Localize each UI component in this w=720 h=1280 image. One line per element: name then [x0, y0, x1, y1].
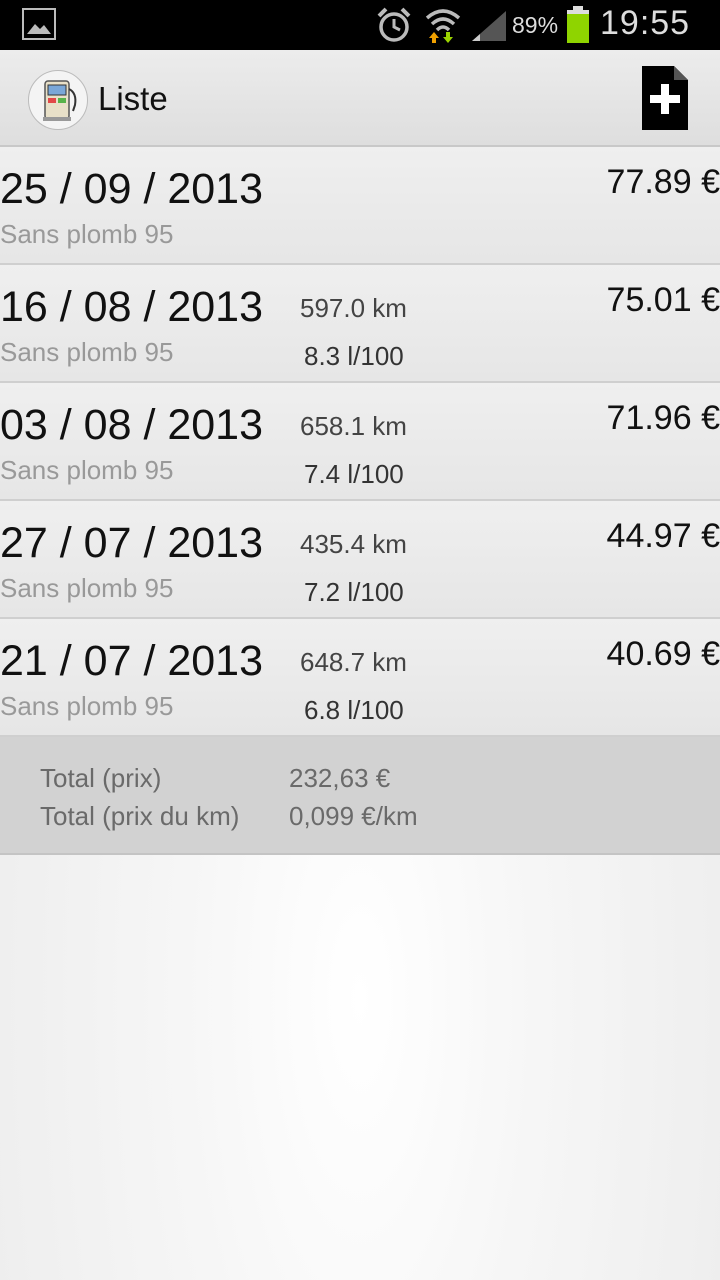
entry-price: 75.01 €: [606, 281, 720, 319]
refuel-list: 25 / 09 / 2013 Sans plomb 95 77.89 € 16 …: [0, 147, 720, 737]
list-item[interactable]: 21 / 07 / 2013 Sans plomb 95 648.7 km 6.…: [0, 619, 720, 737]
entry-distance: 597.0 km: [300, 293, 407, 323]
add-entry-button[interactable]: [634, 64, 694, 132]
add-document-icon: [642, 66, 688, 130]
battery-percent: 89%: [512, 12, 559, 38]
entry-consumption: 7.4 l/100: [304, 459, 404, 489]
alarm-icon: [376, 6, 412, 49]
total-price-value: 232,63 €: [289, 763, 391, 793]
total-price-label: Total (prix): [40, 763, 162, 793]
app-logo-icon[interactable]: [28, 70, 88, 130]
totals-panel: Total (prix) 232,63 € Total (prix du km)…: [0, 737, 720, 855]
entry-distance: 658.1 km: [300, 411, 407, 441]
entry-distance: 648.7 km: [300, 647, 407, 677]
gallery-icon: [22, 8, 56, 40]
entry-date: 16 / 08 / 2013: [0, 283, 263, 331]
wifi-icon: [424, 6, 462, 49]
entry-date: 27 / 07 / 2013: [0, 519, 263, 567]
entry-price: 77.89 €: [606, 163, 720, 201]
signal-icon: [470, 10, 508, 47]
entry-price: 44.97 €: [606, 517, 720, 555]
clock: 19:55: [600, 4, 691, 42]
entry-consumption: 6.8 l/100: [304, 695, 404, 725]
entry-date: 21 / 07 / 2013: [0, 637, 263, 685]
list-item[interactable]: 03 / 08 / 2013 Sans plomb 95 658.1 km 7.…: [0, 383, 720, 501]
entry-consumption: 8.3 l/100: [304, 341, 404, 371]
action-bar: Liste: [0, 50, 720, 147]
entry-distance: 435.4 km: [300, 529, 407, 559]
list-item[interactable]: 25 / 09 / 2013 Sans plomb 95 77.89 €: [0, 147, 720, 265]
list-item[interactable]: 27 / 07 / 2013 Sans plomb 95 435.4 km 7.…: [0, 501, 720, 619]
entry-fuel-type: Sans plomb 95: [0, 573, 174, 603]
total-per-km-label: Total (prix du km): [40, 801, 240, 831]
entry-price: 71.96 €: [606, 399, 720, 437]
list-item[interactable]: 16 / 08 / 2013 Sans plomb 95 597.0 km 8.…: [0, 265, 720, 383]
entry-price: 40.69 €: [606, 635, 720, 673]
entry-date: 03 / 08 / 2013: [0, 401, 263, 449]
status-bar: 89% 19:55: [0, 0, 720, 50]
battery-icon: [566, 6, 590, 49]
entry-fuel-type: Sans plomb 95: [0, 219, 174, 249]
total-per-km-value: 0,099 €/km: [289, 801, 418, 831]
page-title: Liste: [98, 80, 168, 117]
entry-consumption: 7.2 l/100: [304, 577, 404, 607]
entry-fuel-type: Sans plomb 95: [0, 337, 174, 367]
entry-fuel-type: Sans plomb 95: [0, 691, 174, 721]
entry-fuel-type: Sans plomb 95: [0, 455, 174, 485]
entry-date: 25 / 09 / 2013: [0, 165, 263, 213]
